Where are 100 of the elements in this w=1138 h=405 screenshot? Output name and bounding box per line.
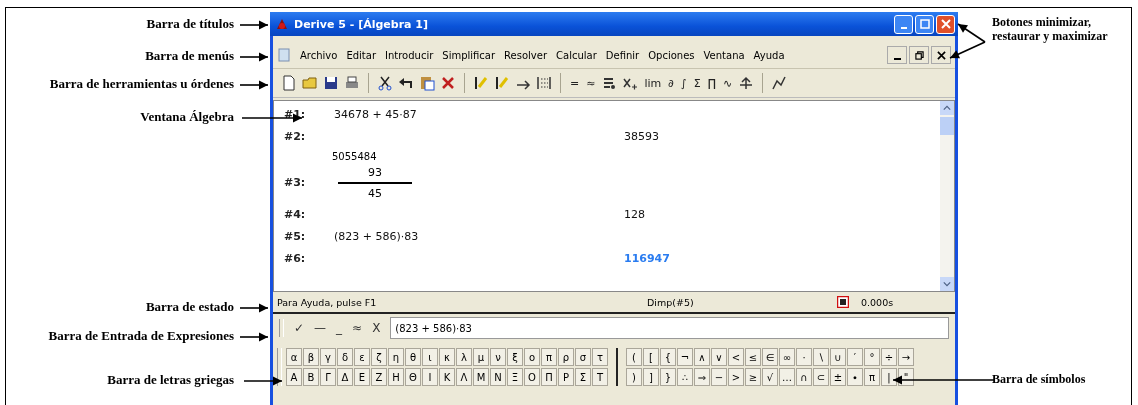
entry-button[interactable]: _ (336, 321, 343, 335)
greek-letter-key[interactable]: Λ (456, 368, 472, 386)
toolbar-button[interactable]: lim (643, 76, 663, 90)
symbol-key[interactable]: ∙ (847, 368, 863, 386)
greek-letter-key[interactable]: Μ (473, 368, 489, 386)
greek-letter-key[interactable]: τ (592, 348, 608, 366)
symbol-key[interactable]: ⊂ (813, 368, 829, 386)
symbol-key[interactable]: ∈ (762, 348, 778, 366)
entry-button[interactable]: X (372, 321, 381, 335)
greek-letter-key[interactable]: ζ (371, 348, 387, 366)
greek-letter-key[interactable]: λ (456, 348, 472, 366)
symbol-key[interactable]: ∧ (694, 348, 710, 366)
greek-letter-key[interactable]: Ι (422, 368, 438, 386)
symbol-key[interactable]: ∩ (796, 368, 812, 386)
paste-icon[interactable] (419, 75, 435, 91)
greek-letter-key[interactable]: η (388, 348, 404, 366)
greek-letter-key[interactable]: ι (422, 348, 438, 366)
greek-letter-key[interactable]: θ (405, 348, 421, 366)
pencil-icon[interactable] (494, 75, 510, 91)
symbol-key[interactable]: ′ (847, 348, 863, 366)
toolbar-button[interactable]: ∏ (706, 76, 717, 90)
menu-item[interactable]: Simplificar (442, 49, 496, 61)
result-expression[interactable]: 128 (624, 208, 645, 221)
toolbar-button[interactable]: ∂ (667, 76, 675, 90)
graph-icon[interactable] (771, 75, 788, 91)
greek-letter-key[interactable]: σ (575, 348, 591, 366)
scroll-thumb[interactable] (940, 117, 954, 135)
open-folder-icon[interactable] (302, 75, 318, 91)
symbol-key[interactable]: … (779, 368, 795, 386)
menu-item[interactable]: Ayuda (753, 49, 785, 61)
minimize-button[interactable] (887, 46, 907, 64)
stop-icon[interactable] (837, 296, 849, 308)
toolbar-button[interactable]: Σ (692, 76, 702, 90)
menu-item[interactable]: Definir (605, 49, 640, 61)
toolbar-button[interactable]: ∫ (679, 76, 688, 90)
symbol-key[interactable]: ° (864, 348, 880, 366)
new-file-icon[interactable] (281, 75, 297, 91)
matrix-icon[interactable] (536, 75, 552, 91)
entry-button[interactable]: ✓ (294, 321, 305, 335)
cut-icon[interactable] (377, 75, 393, 91)
delete-icon[interactable] (440, 75, 456, 91)
symbol-key[interactable]: √ (762, 368, 778, 386)
scroll-up-button[interactable] (940, 101, 954, 115)
greek-letter-key[interactable]: μ (473, 348, 489, 366)
greek-letter-key[interactable]: Θ (405, 368, 421, 386)
menu-item[interactable]: Resolver (504, 49, 548, 61)
symbol-key[interactable]: ≥ (745, 368, 761, 386)
symbol-key[interactable]: ∨ (711, 348, 727, 366)
symbol-key[interactable]: { (660, 348, 676, 366)
maximize-button[interactable] (915, 14, 934, 34)
greek-letter-key[interactable]: ε (354, 348, 370, 366)
greek-letter-key[interactable]: Ε (354, 368, 370, 386)
menu-item[interactable]: Calcular (556, 49, 597, 61)
menu-item[interactable]: Archivo (300, 49, 338, 61)
symbol-key[interactable]: < (728, 348, 744, 366)
greek-letter-key[interactable]: Ν (490, 368, 506, 386)
greek-letter-key[interactable]: κ (439, 348, 455, 366)
result-expression[interactable]: 38593 (624, 129, 659, 143)
entry-button[interactable]: ≈ (352, 321, 363, 335)
expression[interactable]: 34678 + 45·87 (334, 107, 417, 121)
menu-item[interactable]: Editar (346, 49, 376, 61)
greek-letter-key[interactable]: δ (337, 348, 353, 366)
symbol-key[interactable]: ¬ (677, 348, 693, 366)
entry-button[interactable]: — (314, 321, 327, 335)
greek-letter-key[interactable]: Ρ (558, 368, 574, 386)
symbol-key[interactable]: > (728, 368, 744, 386)
save-icon[interactable] (323, 75, 339, 91)
greek-letter-key[interactable]: Κ (439, 368, 455, 386)
greek-letter-key[interactable]: Ο (524, 368, 540, 386)
greek-letter-key[interactable]: γ (320, 348, 336, 366)
greek-letter-key[interactable]: Γ (320, 368, 336, 386)
symbol-key[interactable]: π (864, 368, 880, 386)
fraction[interactable]: 93 45 (338, 166, 412, 200)
menu-item[interactable]: Opciones (648, 49, 695, 61)
symbol-key[interactable]: ∞ (779, 348, 795, 366)
restore-button[interactable] (909, 46, 929, 64)
menu-item[interactable]: Ventana (703, 49, 745, 61)
greek-letter-key[interactable]: ν (490, 348, 506, 366)
print-icon[interactable] (344, 75, 360, 91)
greek-letter-key[interactable]: Δ (337, 368, 353, 386)
undo-icon[interactable] (398, 75, 414, 91)
greek-letter-key[interactable]: ξ (507, 348, 523, 366)
greek-letter-key[interactable]: π (541, 348, 557, 366)
symbol-key[interactable]: ) (626, 368, 642, 386)
symbol-key[interactable]: − (711, 368, 727, 386)
greek-letter-key[interactable]: Π (541, 368, 557, 386)
symbol-key[interactable]: ≤ (745, 348, 761, 366)
pencil-icon[interactable] (473, 75, 489, 91)
symbol-key[interactable]: ( (626, 348, 642, 366)
result-expression[interactable]: 116947 (624, 252, 670, 265)
greek-letter-key[interactable]: Ξ (507, 368, 523, 386)
greek-letter-key[interactable]: β (303, 348, 319, 366)
toolbar-button[interactable]: ≈ (585, 76, 597, 90)
scrollbar[interactable] (940, 101, 954, 291)
scroll-down-button[interactable] (940, 277, 954, 291)
symbol-key[interactable]: → (898, 348, 914, 366)
symbol-key[interactable]: ∪ (830, 348, 846, 366)
symbol-key[interactable]: [ (643, 348, 659, 366)
greek-letter-key[interactable]: Β (303, 368, 319, 386)
expression-input-field[interactable]: (823 + 586)·83 (390, 317, 949, 339)
